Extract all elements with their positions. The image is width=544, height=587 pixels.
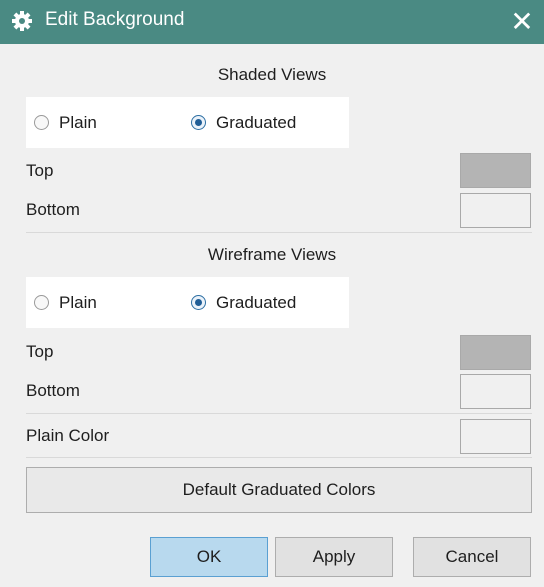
radio-checked-icon <box>191 295 206 310</box>
default-graduated-colors-button[interactable]: Default Graduated Colors <box>26 467 532 513</box>
radio-unchecked-icon <box>34 295 49 310</box>
cancel-button[interactable]: Cancel <box>413 537 531 577</box>
apply-button[interactable]: Apply <box>275 537 393 577</box>
radio-label: Plain <box>59 292 97 312</box>
wireframe-graduated-radio[interactable]: Graduated <box>191 277 296 328</box>
shaded-bottom-label: Bottom <box>26 200 80 219</box>
title-bar: Edit Background ✕ <box>0 0 544 44</box>
divider <box>26 457 532 458</box>
radio-label: Plain <box>59 112 97 132</box>
radio-label: Graduated <box>216 292 297 312</box>
plain-color-swatch[interactable] <box>460 419 531 454</box>
dialog-title: Edit Background <box>45 9 185 30</box>
plain-color-label: Plain Color <box>26 426 110 445</box>
divider <box>26 413 532 414</box>
wireframe-views-heading: Wireframe Views <box>207 245 337 264</box>
close-button[interactable]: ✕ <box>500 0 544 44</box>
wireframe-bottom-label: Bottom <box>26 381 80 400</box>
wireframe-top-label: Top <box>26 342 54 361</box>
wireframe-top-color-swatch[interactable] <box>460 335 531 370</box>
wireframe-plain-radio[interactable]: Plain <box>34 277 97 328</box>
wireframe-bottom-color-swatch[interactable] <box>460 374 531 409</box>
shaded-top-color-swatch[interactable] <box>460 153 531 188</box>
radio-unchecked-icon <box>34 115 49 130</box>
radio-label: Graduated <box>216 112 297 132</box>
shaded-views-heading: Shaded Views <box>217 65 327 84</box>
wireframe-mode-group: Plain Graduated <box>26 277 349 328</box>
shaded-plain-radio[interactable]: Plain <box>34 97 97 148</box>
gear-icon <box>12 11 32 31</box>
ok-button[interactable]: OK <box>150 537 268 577</box>
close-icon: ✕ <box>510 6 534 37</box>
shaded-mode-group: Plain Graduated <box>26 97 349 148</box>
divider <box>26 232 532 233</box>
shaded-bottom-color-swatch[interactable] <box>460 193 531 228</box>
shaded-top-label: Top <box>26 161 54 180</box>
shaded-graduated-radio[interactable]: Graduated <box>191 97 296 148</box>
radio-checked-icon <box>191 115 206 130</box>
